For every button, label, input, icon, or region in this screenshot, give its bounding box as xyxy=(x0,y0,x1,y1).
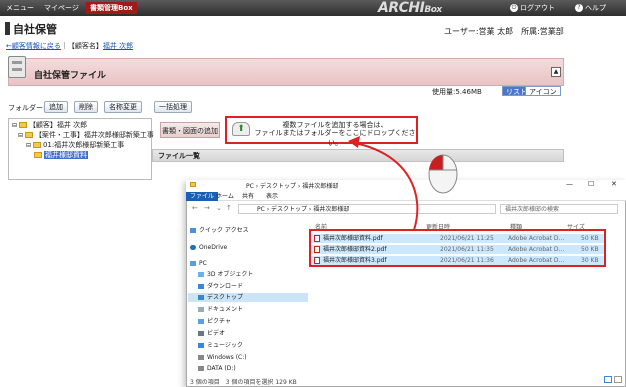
drive-icon xyxy=(198,355,204,360)
sidebar-item-pictures[interactable]: ピクチャ xyxy=(198,317,231,326)
folder-icon xyxy=(34,152,42,158)
bulk-process-button[interactable]: 一括処理 xyxy=(154,101,192,113)
cloud-icon xyxy=(190,245,196,250)
cube-icon xyxy=(198,272,204,277)
music-icon xyxy=(198,343,204,348)
file-cabinet-icon xyxy=(8,56,26,78)
video-icon xyxy=(198,331,204,336)
nav-documents-box[interactable]: 書類管理Box xyxy=(86,2,137,14)
icon-view-button[interactable]: アイコン xyxy=(525,86,561,96)
folder-icon xyxy=(190,182,196,187)
mouse-icon xyxy=(428,154,458,194)
forward-arrow-icon[interactable]: → xyxy=(204,204,210,212)
sidebar-item-desktop[interactable]: デスクトップ xyxy=(188,293,308,302)
sidebar-item-documents[interactable]: ドキュメント xyxy=(198,305,243,314)
drive-icon xyxy=(198,366,204,371)
download-icon xyxy=(198,284,204,289)
ribbon-tab-view[interactable]: 表示 xyxy=(262,192,282,201)
tree-item-project[interactable]: ⊟ 【案件・工事】福井次郎様邸新築工事 xyxy=(18,131,154,140)
panel-title: 自社保管ファイル xyxy=(34,71,107,81)
sidebar-item-videos[interactable]: ビデオ xyxy=(198,329,225,338)
folder-icon xyxy=(32,142,41,148)
ribbon-tab-home[interactable]: ホーム xyxy=(212,192,238,201)
sidebar-item-3d-objects[interactable]: 3D オブジェクト xyxy=(198,270,253,279)
sidebar-item-downloads[interactable]: ダウンロード xyxy=(198,282,243,291)
storage-usage: 使用量:5.46MB xyxy=(432,88,482,96)
minimize-icon[interactable]: — xyxy=(566,180,573,188)
close-icon[interactable]: ✕ xyxy=(611,180,617,188)
back-to-client-link[interactable]: ←顧客情報に戻る xyxy=(6,42,61,50)
explorer-title: PC › デスクトップ › 福井次郎様邸 xyxy=(246,183,339,190)
document-icon xyxy=(198,307,204,312)
sidebar-item-quick-access[interactable]: クイック アクセス xyxy=(190,226,249,235)
collapse-button[interactable]: ▲ xyxy=(551,67,561,77)
client-label: ｜【顧客名】 xyxy=(60,42,103,50)
client-name-link[interactable]: 福井 次郎 xyxy=(103,42,133,50)
chevron-down-icon[interactable]: ⌄ xyxy=(216,204,222,212)
picture-icon xyxy=(198,319,204,324)
large-icons-view-icon[interactable] xyxy=(614,376,622,383)
maximize-icon[interactable]: ☐ xyxy=(588,180,594,188)
status-bar: 3 個の項目 3 個の項目を選択 129 KB xyxy=(190,379,297,386)
nav-menu[interactable]: メニュー xyxy=(2,2,38,14)
add-folder-button[interactable]: 追加 xyxy=(44,101,68,113)
page-title: 自社保管 xyxy=(13,23,57,36)
cloud-upload-icon: ⬆ xyxy=(232,122,250,136)
ribbon-tab-share[interactable]: 共有 xyxy=(238,192,258,201)
back-arrow-icon[interactable]: ← xyxy=(192,204,198,212)
breadcrumb: ←顧客情報に戻る｜【顧客名】福井 次郎 xyxy=(6,41,133,51)
star-icon xyxy=(190,228,196,233)
desktop-icon xyxy=(198,295,204,300)
search-input[interactable]: 福井次郎様邸の検索 xyxy=(500,204,618,214)
rename-folder-button[interactable]: 名称変更 xyxy=(104,101,142,113)
details-view-icon[interactable] xyxy=(604,376,612,383)
user-info: ユーザー:営業 太郎 所属:営業部 xyxy=(444,27,564,36)
folder-label: フォルダー: xyxy=(8,104,46,112)
computer-icon xyxy=(190,261,196,266)
help-icon: ? xyxy=(575,4,583,12)
tree-item-client[interactable]: ⊟ 【顧客】福井 次郎 xyxy=(12,121,87,130)
up-arrow-icon[interactable]: ↑ xyxy=(226,204,232,212)
sidebar-item-data-d[interactable]: DATA (D:) xyxy=(198,364,236,373)
tab-add-documents[interactable]: 書類・図面の追加 xyxy=(160,122,220,138)
sidebar-item-music[interactable]: ミュージック xyxy=(198,341,243,350)
folder-icon xyxy=(24,132,33,138)
drag-arrow xyxy=(348,136,419,231)
title-marker xyxy=(5,22,10,35)
logout-icon: ⏻ xyxy=(510,4,518,12)
archibox-logo: ARCHIBox xyxy=(378,0,442,16)
sidebar-item-windows-c[interactable]: Windows (C:) xyxy=(198,353,247,362)
nav-mypage[interactable]: マイページ xyxy=(40,2,83,14)
sidebar-item-onedrive[interactable]: OneDrive xyxy=(190,243,227,252)
delete-folder-button[interactable]: 削除 xyxy=(74,101,98,113)
help-button[interactable]: ? ヘルプ xyxy=(575,3,606,13)
sidebar-item-pc[interactable]: PC xyxy=(190,259,207,268)
folder-icon xyxy=(18,122,27,128)
folder-tree: ⊟ 【顧客】福井 次郎 ⊟ 【案件・工事】福井次郎様邸新築工事 ⊟ 01:福井次… xyxy=(8,118,154,180)
tree-item-construction[interactable]: ⊟ 01:福井次郎様邸新築工事 xyxy=(26,141,124,150)
logout-button[interactable]: ⏻ ログアウト xyxy=(510,3,555,13)
tree-item-documents[interactable]: 福井様邸資料 xyxy=(34,151,88,160)
